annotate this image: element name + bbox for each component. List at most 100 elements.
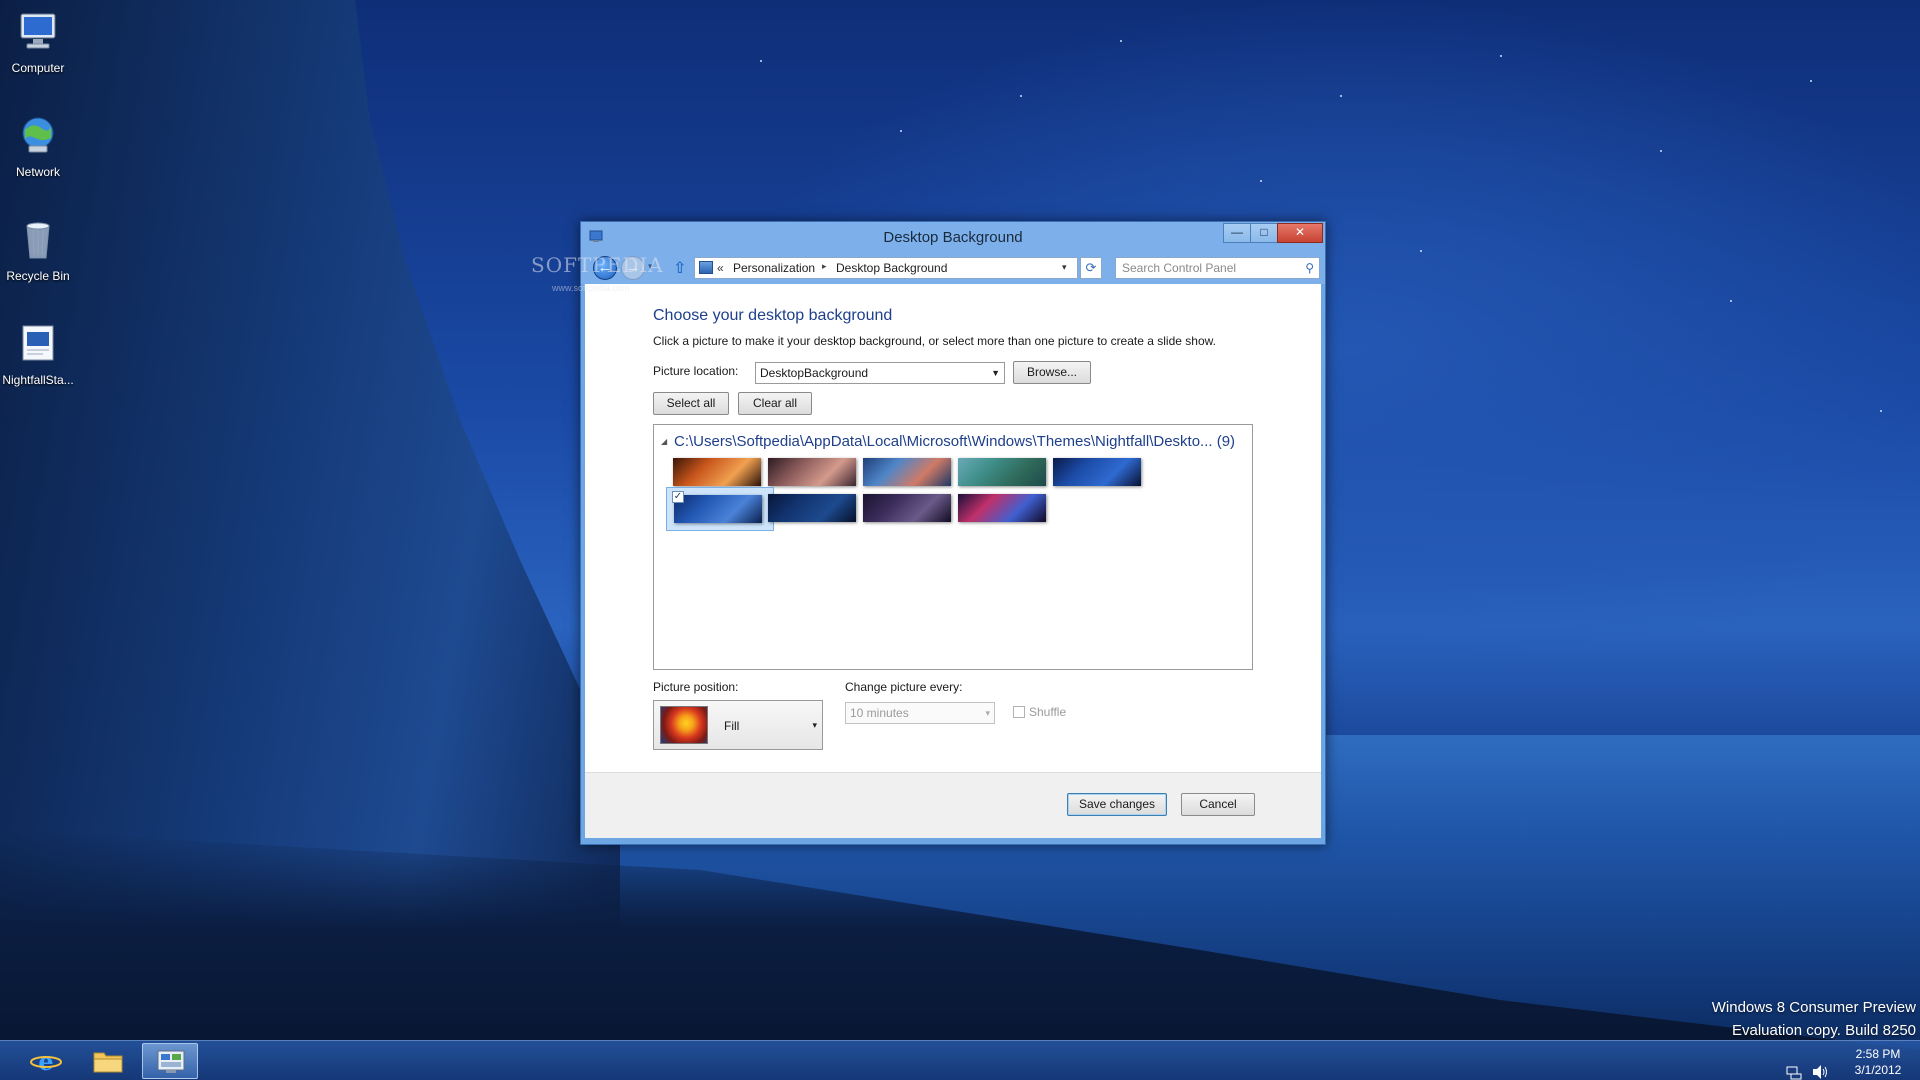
control-panel-icon [157, 1050, 185, 1073]
address-chevron-icon[interactable]: « [717, 261, 724, 275]
dialog-footer: Save changes Cancel [585, 772, 1321, 838]
chevron-down-icon: ▾ [812, 720, 817, 730]
thumbnail-wallpaper-8[interactable] [856, 487, 964, 531]
clock-time: 2:58 PM [1855, 1047, 1901, 1061]
save-changes-button[interactable]: Save changes [1067, 793, 1167, 816]
star [1120, 40, 1122, 42]
clock-date: 3/1/2012 [1854, 1063, 1902, 1077]
star [900, 130, 902, 132]
thumbnail-image [863, 494, 951, 522]
shuffle-checkbox[interactable] [1013, 706, 1025, 718]
navigation-bar: ← → ▾ ⇧ « Personalization ▸ Desktop Back… [581, 252, 1325, 284]
document-icon [22, 325, 54, 361]
picture-gallery: ◢ C:\Users\Softpedia\AppData\Local\Micro… [653, 424, 1253, 670]
desktop-icon-label: Computer [11, 61, 65, 75]
desktop-icon-network[interactable]: Network [2, 112, 74, 179]
desktop-icon-nightfall[interactable]: NightfallSta... [2, 320, 74, 387]
thumbnail-wallpaper-9[interactable] [951, 487, 1059, 531]
breadcrumb-separator-icon[interactable]: ▸ [822, 261, 827, 272]
gallery-folder-header[interactable]: C:\Users\Softpedia\AppData\Local\Microso… [674, 433, 1235, 450]
volume-icon[interactable] [1811, 1052, 1829, 1080]
star [1810, 80, 1812, 82]
desktop-icon-label: NightfallSta... [2, 373, 74, 387]
taskbar: e 2:58 PM 3/1/2012 [0, 1040, 1920, 1080]
desktop-icon-recycle-bin[interactable]: Recycle Bin [2, 216, 74, 283]
chevron-down-icon: ▾ [985, 708, 990, 718]
close-button[interactable]: ✕ [1277, 223, 1323, 243]
picture-position-value: Fill [724, 719, 740, 733]
star [1420, 250, 1422, 252]
thumbnail-image [863, 458, 951, 486]
thumbnail-wallpaper-6[interactable]: ✓ [666, 487, 774, 531]
search-box[interactable]: ⚲ [1115, 257, 1320, 279]
picture-location-select[interactable]: DesktopBackground ▼ [755, 362, 1005, 384]
star [1340, 95, 1342, 97]
picture-location-value: DesktopBackground [760, 366, 869, 380]
softpedia-watermark-url: www.softpedia.com [552, 283, 630, 293]
address-bar[interactable]: « Personalization ▸ Desktop Background ▾ [694, 257, 1078, 279]
folder-icon [93, 1052, 123, 1073]
picture-position-label: Picture position: [653, 680, 739, 694]
taskbar-control-panel[interactable] [142, 1043, 198, 1079]
search-icon[interactable]: ⚲ [1305, 261, 1314, 275]
breadcrumb-personalization[interactable]: Personalization [733, 261, 815, 275]
build-line-2: Evaluation copy. Build 8250 [1731, 1022, 1916, 1039]
content-area: Choose your desktop background Click a p… [585, 284, 1321, 772]
desktop-icon-computer[interactable]: Computer [2, 8, 74, 75]
search-input[interactable] [1122, 261, 1292, 275]
star [760, 60, 762, 62]
star [1880, 410, 1882, 412]
window-title: Desktop Background [883, 229, 1023, 246]
thumbnail-image [673, 458, 761, 486]
thumbnail-image [958, 494, 1046, 522]
page-heading: Choose your desktop background [653, 307, 893, 324]
desktop-icon-label: Recycle Bin [6, 269, 70, 283]
control-panel-icon [699, 261, 713, 274]
network-status-icon[interactable] [1786, 1053, 1802, 1080]
position-preview-image [660, 706, 708, 744]
star [1660, 150, 1662, 152]
up-button[interactable]: ⇧ [673, 258, 686, 278]
star [1020, 95, 1022, 97]
change-picture-select[interactable]: 10 minutes ▾ [845, 702, 995, 724]
computer-icon [20, 13, 56, 49]
build-line-1: Windows 8 Consumer Preview [1711, 999, 1916, 1016]
picture-position-select[interactable]: Fill ▾ [653, 700, 823, 750]
thumbnail-image [674, 495, 762, 523]
title-bar[interactable]: Desktop Background — □ ✕ [581, 222, 1325, 252]
recycle-bin-icon [26, 222, 50, 259]
star [1260, 180, 1262, 182]
select-all-button[interactable]: Select all [653, 392, 729, 415]
thumbnail-image [1053, 458, 1141, 486]
thumbnail-image [768, 458, 856, 486]
thumbnail-wallpaper-5[interactable] [1046, 451, 1154, 495]
breadcrumb-desktop-background[interactable]: Desktop Background [836, 261, 947, 275]
desktop-icon-label: Network [15, 165, 60, 179]
clear-all-button[interactable]: Clear all [738, 392, 812, 415]
cancel-button[interactable]: Cancel [1181, 793, 1255, 816]
thumbnail-wallpaper-7[interactable] [761, 487, 869, 531]
taskbar-internet-explorer[interactable]: e [18, 1043, 74, 1079]
network-icon [22, 117, 54, 153]
page-description: Click a picture to make it your desktop … [653, 334, 1216, 348]
change-picture-label: Change picture every: [845, 680, 963, 694]
shuffle-label: Shuffle [1029, 705, 1067, 719]
taskbar-file-explorer[interactable] [80, 1043, 136, 1079]
desktop-background-window: Desktop Background — □ ✕ ← → ▾ ⇧ « Perso… [580, 221, 1326, 845]
refresh-button[interactable]: ⟳ [1080, 257, 1102, 279]
ie-icon: e [30, 1047, 62, 1075]
browse-button[interactable]: Browse... [1013, 361, 1091, 384]
maximize-button[interactable]: □ [1250, 223, 1278, 243]
minimize-button[interactable]: — [1223, 223, 1251, 243]
change-picture-value: 10 minutes [850, 706, 909, 720]
address-dropdown-icon[interactable]: ▾ [1062, 262, 1067, 273]
picture-location-label: Picture location: [653, 364, 739, 378]
build-watermark: Windows 8 Consumer Preview Evaluation co… [1712, 996, 1916, 1042]
thumbnail-image [958, 458, 1046, 486]
system-clock[interactable]: 2:58 PM 3/1/2012 [1846, 1046, 1910, 1078]
thumbnail-image [768, 494, 856, 522]
thumbnail-checkbox[interactable]: ✓ [672, 491, 684, 503]
collapse-group-icon[interactable]: ◢ [661, 437, 667, 446]
softpedia-watermark: SOFTPEDIA [531, 253, 664, 277]
star [1730, 300, 1732, 302]
